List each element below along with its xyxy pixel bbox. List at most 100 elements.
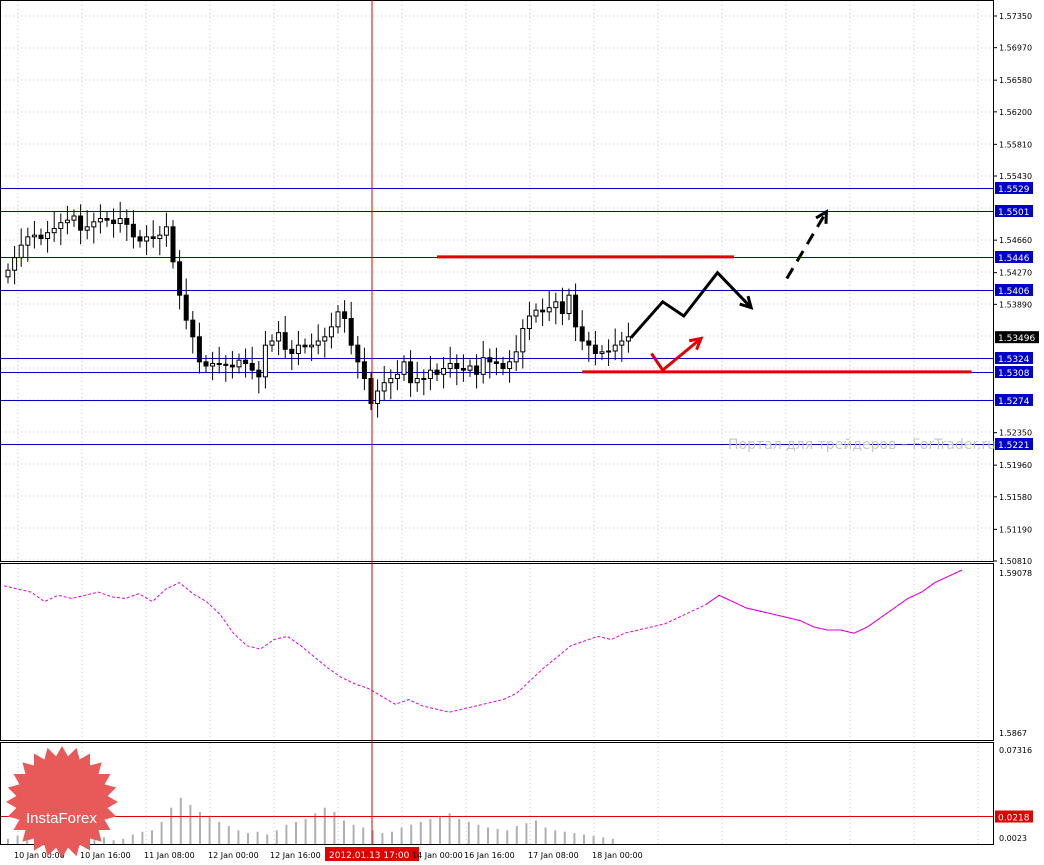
candle-body bbox=[84, 226, 90, 231]
candle-body bbox=[137, 236, 143, 242]
level-lines bbox=[1, 188, 993, 445]
indicator-y-tick: 1.5867 bbox=[999, 729, 1027, 738]
y-tick-label: 1.52350 bbox=[999, 429, 1032, 438]
candle-body bbox=[592, 344, 598, 354]
y-tick-label: 1.55430 bbox=[999, 172, 1032, 181]
candle-body bbox=[223, 363, 229, 366]
candle-body bbox=[414, 378, 420, 384]
y-tick-label: 1.56200 bbox=[999, 108, 1032, 117]
candle-body bbox=[309, 344, 315, 348]
candle-body bbox=[533, 309, 539, 317]
candle-body bbox=[276, 332, 282, 342]
x-tick-label: 12 Jan 16:00 bbox=[270, 851, 321, 860]
level-label-1.5446: 1.5446 bbox=[998, 254, 1030, 264]
forecast-black-dashed-path bbox=[785, 211, 828, 280]
level-label-1.5308: 1.5308 bbox=[998, 369, 1030, 379]
candle-body bbox=[51, 228, 57, 234]
candle-body bbox=[282, 332, 288, 350]
candle-body bbox=[315, 340, 321, 346]
x-tick-label: 16 Jan 16:00 bbox=[464, 851, 515, 860]
candle-body bbox=[170, 226, 176, 263]
candle-body bbox=[441, 368, 447, 375]
level-label-1.5406: 1.5406 bbox=[998, 287, 1030, 297]
x-tick-label: 12 Jan 00:00 bbox=[208, 851, 259, 860]
candle-body bbox=[513, 351, 519, 363]
y-tick-label: 1.55810 bbox=[999, 140, 1032, 149]
y-tick-label: 1.57350 bbox=[999, 12, 1032, 21]
grid bbox=[1, 1, 993, 844]
candle-body bbox=[97, 218, 103, 223]
candle-body bbox=[526, 315, 532, 329]
candle-body bbox=[434, 369, 440, 375]
candle-body bbox=[348, 318, 354, 346]
candle-body bbox=[619, 340, 625, 346]
candle-body bbox=[289, 348, 295, 355]
candle-body bbox=[256, 369, 262, 378]
y-tick-label: 1.56580 bbox=[999, 76, 1032, 85]
indicator-series-dashed bbox=[3, 569, 963, 713]
x-tick-label: 14 Jan 00:00 bbox=[412, 851, 463, 860]
candle-body bbox=[579, 326, 585, 342]
candle-body bbox=[500, 363, 506, 369]
indicator-y-tick: 1.59078 bbox=[999, 569, 1032, 578]
indicator-line bbox=[3, 569, 963, 713]
x-tick-label: 11 Jan 08:00 bbox=[144, 851, 195, 860]
trading-chart[interactable]: 1.57350 1.56970 1.56580 1.56200 1.55810 1.554… bbox=[0, 0, 1044, 865]
candle-body bbox=[559, 301, 565, 315]
candle-body bbox=[546, 307, 552, 313]
candle-body bbox=[388, 378, 394, 384]
candle-body bbox=[229, 364, 235, 368]
logo-text: InstaForex bbox=[26, 810, 97, 827]
candle-body bbox=[375, 390, 381, 404]
candle-body bbox=[355, 344, 361, 363]
candle-body bbox=[210, 363, 216, 367]
candle-body bbox=[269, 340, 275, 346]
candle-body bbox=[573, 294, 579, 328]
candle-body bbox=[18, 244, 24, 259]
x-tick-label: 10 Jan 16:00 bbox=[80, 851, 131, 860]
candle-body bbox=[540, 309, 546, 313]
candle-body bbox=[586, 340, 592, 346]
candle-body bbox=[183, 294, 189, 321]
forecast-red-path bbox=[650, 337, 702, 373]
candle-body bbox=[599, 351, 605, 355]
candle-body bbox=[295, 344, 301, 354]
candle-body bbox=[150, 236, 156, 239]
candle-body bbox=[394, 373, 400, 380]
volume-bars bbox=[1, 797, 993, 844]
candle-body bbox=[460, 368, 466, 371]
candle-body bbox=[553, 301, 559, 309]
candle-body bbox=[566, 294, 572, 314]
volume-level-label: 0.0218 bbox=[998, 814, 1030, 824]
candle-body bbox=[58, 222, 64, 230]
candle-body bbox=[111, 219, 117, 225]
candle-body bbox=[124, 218, 130, 225]
x-tick-label: 18 Jan 00:00 bbox=[592, 851, 643, 860]
candle-body bbox=[31, 234, 37, 238]
indicator-panel-frame bbox=[0, 563, 994, 741]
x-tick-label: 17 Jan 08:00 bbox=[528, 851, 579, 860]
candle-body bbox=[203, 361, 209, 367]
candle-body bbox=[177, 261, 183, 296]
candle-body bbox=[236, 359, 242, 368]
y-tick-label: 1.54270 bbox=[999, 269, 1032, 278]
level-label-1.5221: 1.5221 bbox=[998, 441, 1030, 451]
level-label-1.5274: 1.5274 bbox=[998, 397, 1030, 407]
candle-body bbox=[520, 328, 526, 353]
y-tick-label: 1.50810 bbox=[999, 557, 1032, 566]
candle-body bbox=[302, 344, 308, 348]
watermark-text: Портал для трейдеров – ForTrader.ru bbox=[728, 437, 996, 453]
volume-y-tick: 0.07316 bbox=[999, 746, 1032, 755]
candle-body bbox=[25, 236, 31, 246]
y-axis: 1.57350 1.56970 1.56580 1.56200 1.55810 1.554… bbox=[993, 12, 1039, 843]
candle-body bbox=[196, 336, 202, 363]
candle-body bbox=[408, 361, 414, 384]
candle-body bbox=[342, 311, 348, 320]
candle-body bbox=[104, 218, 110, 221]
candle-body bbox=[335, 311, 341, 328]
logo-badge-icon bbox=[6, 746, 118, 858]
volume-y-tick: 0.0023 bbox=[999, 834, 1027, 843]
price-panel-frame bbox=[0, 0, 994, 562]
candle-body bbox=[163, 226, 169, 236]
candle-body bbox=[78, 215, 84, 231]
